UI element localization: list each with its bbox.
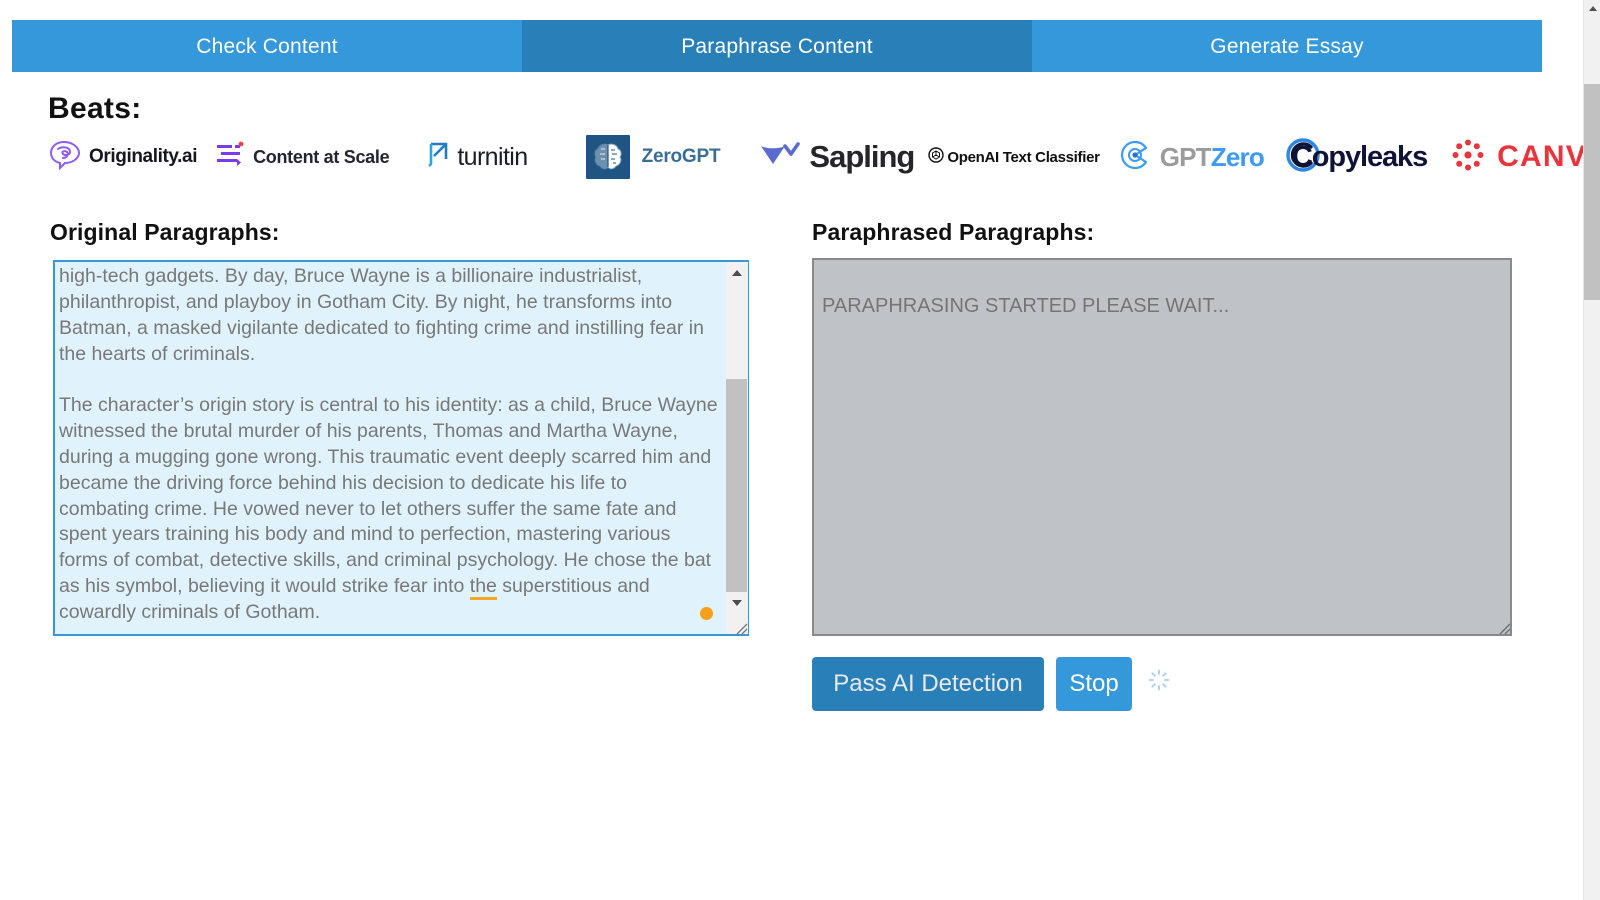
tab-label: Check Content bbox=[196, 34, 338, 58]
brain-speech-bubble-icon bbox=[48, 139, 82, 176]
logo-copyleaks: Copyleaks bbox=[1284, 132, 1428, 182]
logo-label: Originality.ai bbox=[89, 146, 198, 167]
original-paragraph-2-after: superstitious and cowardly criminals of … bbox=[59, 575, 656, 623]
logo-label: Copyleaks bbox=[1291, 140, 1428, 173]
logo-label: GPTZero bbox=[1159, 141, 1265, 173]
original-paragraph-1: high-tech gadgets. By day, Bruce Wayne i… bbox=[59, 265, 710, 365]
tab-generate-essay[interactable]: Generate Essay bbox=[1032, 20, 1542, 72]
logo-label: OpenAI Text Classifier bbox=[947, 148, 1100, 166]
detector-logo-strip: Originality.ai Content at Scale turnitin… bbox=[48, 131, 1600, 183]
chevron-leaf-icon bbox=[758, 138, 804, 177]
logo-label-part2: Zero bbox=[1210, 141, 1265, 172]
logo-zerogpt: ZeroGPT bbox=[585, 132, 721, 182]
canvas-dots-icon bbox=[1449, 136, 1487, 179]
tab-check-content[interactable]: Check Content bbox=[12, 20, 522, 72]
openai-knot-icon bbox=[928, 146, 945, 168]
scroll-up-button[interactable] bbox=[726, 262, 747, 283]
pass-ai-detection-button[interactable]: Pass AI Detection bbox=[812, 657, 1044, 711]
loading-spinner-icon bbox=[1147, 668, 1171, 692]
page-scrollbar-thumb[interactable] bbox=[1584, 84, 1600, 300]
lines-dot-icon bbox=[215, 141, 245, 174]
scrollbar-corner bbox=[726, 613, 747, 634]
page-scroll-up-button[interactable] bbox=[1584, 0, 1600, 17]
logo-originality-ai: Originality.ai bbox=[48, 132, 197, 182]
brain-square-icon bbox=[585, 135, 630, 179]
original-textarea-container[interactable]: high-tech gadgets. By day, Bruce Wayne i… bbox=[53, 260, 749, 636]
original-paragraphs-label: Original Paragraphs: bbox=[50, 219, 280, 245]
tab-paraphrase-content[interactable]: Paraphrase Content bbox=[522, 20, 1032, 72]
original-textarea-scrollbar[interactable] bbox=[726, 262, 747, 634]
logo-canvas: CANVAS bbox=[1449, 132, 1600, 182]
logo-label: turnitin bbox=[457, 142, 528, 171]
grammarly-status-dot[interactable] bbox=[700, 607, 713, 620]
logo-openai-text-classifier: OpenAI Text Classifier bbox=[928, 132, 1100, 182]
original-textarea[interactable]: high-tech gadgets. By day, Bruce Wayne i… bbox=[53, 260, 749, 636]
beats-heading: Beats: bbox=[48, 92, 142, 125]
logo-label-part1: GPT bbox=[1159, 141, 1212, 172]
button-label: Pass AI Detection bbox=[833, 670, 1023, 697]
scrollbar-track[interactable] bbox=[726, 283, 747, 592]
paraphrased-textarea[interactable] bbox=[812, 258, 1512, 636]
original-textarea-content: high-tech gadgets. By day, Bruce Wayne i… bbox=[59, 264, 721, 626]
chevron-up-icon bbox=[1588, 6, 1597, 11]
paraphrased-textarea-container[interactable] bbox=[812, 258, 1512, 636]
button-label: Stop bbox=[1069, 670, 1119, 697]
chevron-down-icon bbox=[731, 599, 742, 606]
stop-button[interactable]: Stop bbox=[1056, 657, 1132, 711]
logo-label: Content at Scale bbox=[253, 146, 390, 167]
main-tab-bar: Check Content Paraphrase Content Generat… bbox=[12, 20, 1542, 72]
logo-turnitin: turnitin bbox=[427, 132, 528, 182]
target-circle-icon bbox=[1118, 138, 1152, 177]
arrow-square-icon bbox=[427, 139, 451, 176]
logo-label: ZeroGPT bbox=[641, 146, 721, 167]
original-paragraph-2-before: The character’s origin story is central … bbox=[59, 394, 724, 598]
grammar-flagged-word[interactable]: the bbox=[469, 575, 497, 601]
app-root: Check Content Paraphrase Content Generat… bbox=[0, 0, 1600, 900]
logo-sapling: Sapling bbox=[758, 132, 915, 182]
scroll-down-button[interactable] bbox=[726, 592, 747, 613]
tab-label: Generate Essay bbox=[1210, 34, 1364, 58]
logo-content-at-scale: Content at Scale bbox=[215, 132, 390, 182]
page-scrollbar[interactable] bbox=[1583, 0, 1600, 900]
scrollbar-thumb[interactable] bbox=[726, 379, 747, 592]
logo-label: Sapling bbox=[809, 139, 915, 174]
paraphrased-paragraphs-label: Paraphrased Paragraphs: bbox=[812, 219, 1095, 245]
chevron-up-icon bbox=[731, 269, 742, 276]
logo-gptzero: GPTZero bbox=[1118, 132, 1265, 182]
tab-label: Paraphrase Content bbox=[681, 34, 873, 58]
